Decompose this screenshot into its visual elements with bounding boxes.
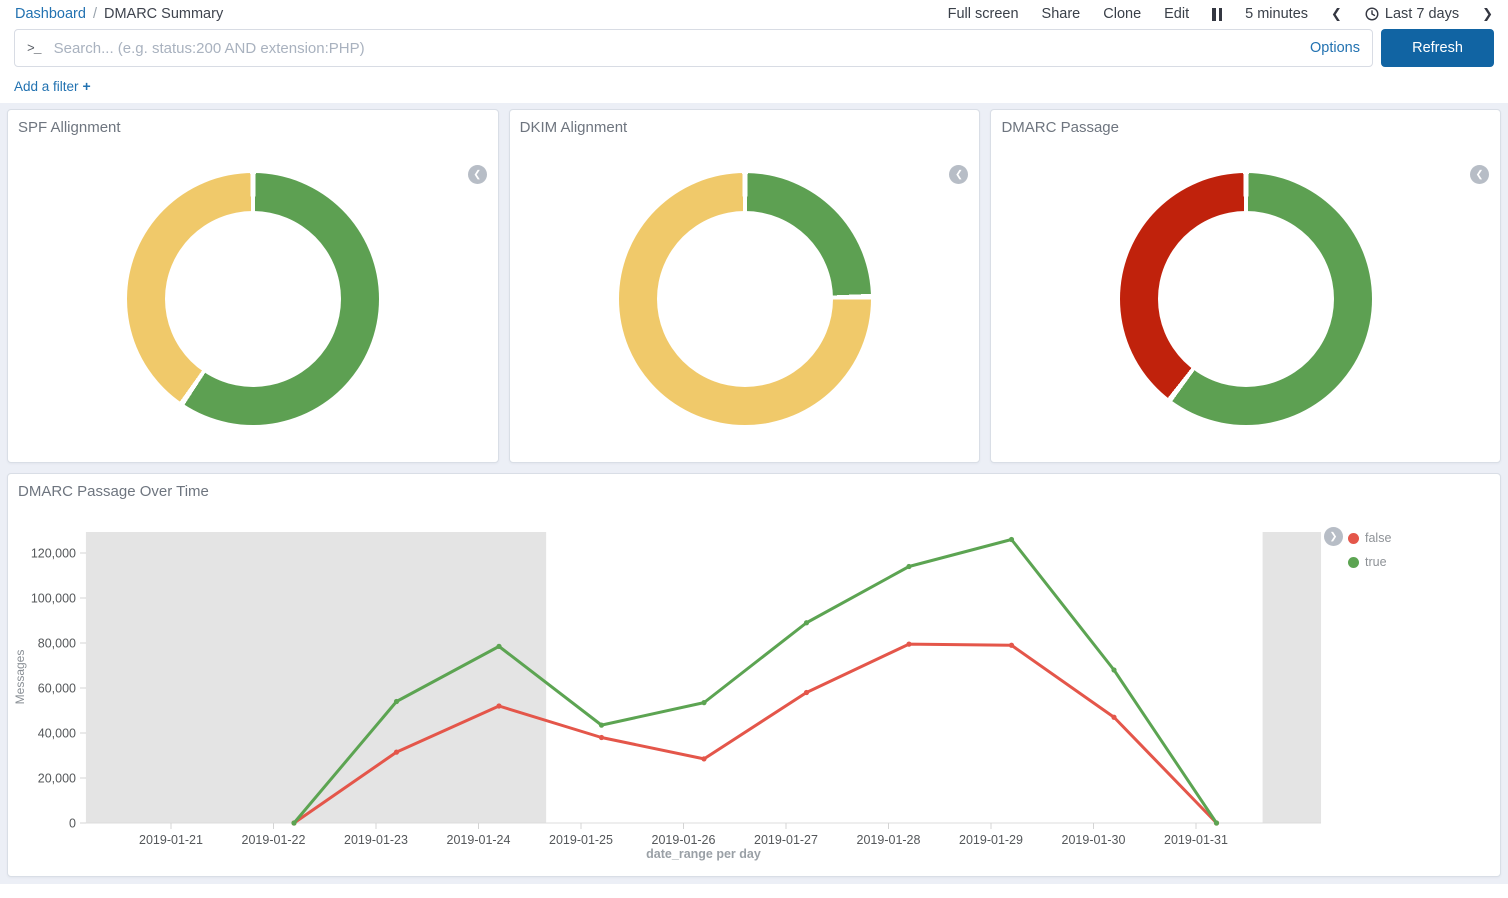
panel-title: DKIM Alignment — [510, 110, 980, 140]
svg-text:2019-01-28: 2019-01-28 — [857, 833, 921, 847]
svg-text:Messages: Messages — [13, 650, 27, 705]
time-series-row: DMARC Passage Over Time 020,00040,00060,… — [7, 473, 1501, 877]
pause-icon[interactable] — [1212, 7, 1222, 21]
refresh-interval-button[interactable]: 5 minutes — [1245, 6, 1308, 22]
chart-legend: false true — [1348, 531, 1391, 569]
page-title: DMARC Summary — [104, 6, 223, 22]
legend-toggle-button[interactable]: ❮ — [949, 165, 968, 184]
search-box: >_ Options — [14, 29, 1373, 67]
clone-button[interactable]: Clone — [1103, 6, 1141, 22]
breadcrumb: Dashboard / DMARC Summary — [15, 6, 223, 22]
time-range-label: Last 7 days — [1385, 6, 1459, 22]
search-input[interactable] — [54, 40, 1300, 57]
legend-item-false[interactable]: false — [1348, 531, 1391, 545]
svg-text:80,000: 80,000 — [38, 637, 76, 651]
time-next-button[interactable]: ❯ — [1482, 6, 1493, 22]
svg-text:60,000: 60,000 — [38, 682, 76, 696]
legend-dot-icon — [1348, 557, 1359, 568]
panel-dmarc-over-time: DMARC Passage Over Time 020,00040,00060,… — [7, 473, 1501, 877]
add-filter-button[interactable]: Add a filter + — [14, 78, 91, 94]
svg-text:2019-01-21: 2019-01-21 — [139, 833, 203, 847]
panel-title: DMARC Passage — [991, 110, 1500, 140]
donut-panel-row: SPF Allignment ❮ DKIM Alignment ❮ DMARC … — [7, 109, 1501, 463]
refresh-button[interactable]: Refresh — [1381, 29, 1494, 67]
options-link[interactable]: Options — [1310, 40, 1360, 56]
legend-label: false — [1365, 531, 1391, 545]
top-nav-bar: Dashboard / DMARC Summary Full screen Sh… — [0, 0, 1508, 27]
svg-text:2019-01-22: 2019-01-22 — [242, 833, 306, 847]
share-button[interactable]: Share — [1042, 6, 1081, 22]
time-prev-button[interactable]: ❮ — [1331, 6, 1342, 22]
svg-text:20,000: 20,000 — [38, 772, 76, 786]
filter-bar: Add a filter + — [0, 67, 1508, 103]
legend-toggle-button[interactable]: ❮ — [468, 165, 487, 184]
svg-text:120,000: 120,000 — [31, 547, 76, 561]
spf-donut-chart[interactable] — [127, 173, 379, 425]
svg-text:2019-01-29: 2019-01-29 — [959, 833, 1023, 847]
dmarc-donut-chart[interactable] — [1120, 173, 1372, 425]
svg-text:2019-01-23: 2019-01-23 — [344, 833, 408, 847]
legend-item-true[interactable]: true — [1348, 555, 1391, 569]
svg-text:date_range per day: date_range per day — [646, 847, 761, 861]
svg-text:2019-01-31: 2019-01-31 — [1164, 833, 1228, 847]
plus-icon: + — [83, 78, 91, 94]
legend-dot-icon — [1348, 533, 1359, 544]
add-filter-label: Add a filter — [14, 79, 79, 94]
query-bar: >_ Options Refresh — [0, 29, 1508, 67]
panel-dmarc-passage: DMARC Passage ❮ — [990, 109, 1501, 463]
edit-button[interactable]: Edit — [1164, 6, 1189, 22]
time-series-chart[interactable]: 0 20,000 40,000 60,000 80,000 100,000 120,000 2… — [8, 474, 1500, 874]
dashboard-grid: SPF Allignment ❮ DKIM Alignment ❮ DMARC … — [0, 103, 1508, 884]
svg-text:40,000: 40,000 — [38, 727, 76, 741]
svg-text:0: 0 — [69, 817, 76, 831]
svg-text:2019-01-27: 2019-01-27 — [754, 833, 818, 847]
svg-text:100,000: 100,000 — [31, 592, 76, 606]
legend-label: true — [1365, 555, 1387, 569]
legend-toggle-button[interactable]: ❮ — [1470, 165, 1489, 184]
full-screen-button[interactable]: Full screen — [948, 6, 1019, 22]
panel-dkim-alignment: DKIM Alignment ❮ — [509, 109, 981, 463]
time-picker-button[interactable]: Last 7 days — [1365, 6, 1459, 22]
nav-menu: Full screen Share Clone Edit 5 minutes ❮… — [948, 6, 1493, 22]
panel-title: SPF Allignment — [8, 110, 498, 140]
breadcrumb-dashboard-link[interactable]: Dashboard — [15, 6, 86, 22]
svg-text:2019-01-25: 2019-01-25 — [549, 833, 613, 847]
breadcrumb-separator: / — [93, 6, 97, 22]
clock-icon — [1365, 7, 1379, 21]
terminal-prompt-icon: >_ — [27, 41, 41, 56]
svg-text:2019-01-26: 2019-01-26 — [652, 833, 716, 847]
svg-text:2019-01-30: 2019-01-30 — [1062, 833, 1126, 847]
dkim-donut-chart[interactable] — [619, 173, 871, 425]
panel-spf-alignment: SPF Allignment ❮ — [7, 109, 499, 463]
svg-text:2019-01-24: 2019-01-24 — [447, 833, 511, 847]
legend-toggle-button[interactable]: ❯ — [1324, 527, 1343, 546]
